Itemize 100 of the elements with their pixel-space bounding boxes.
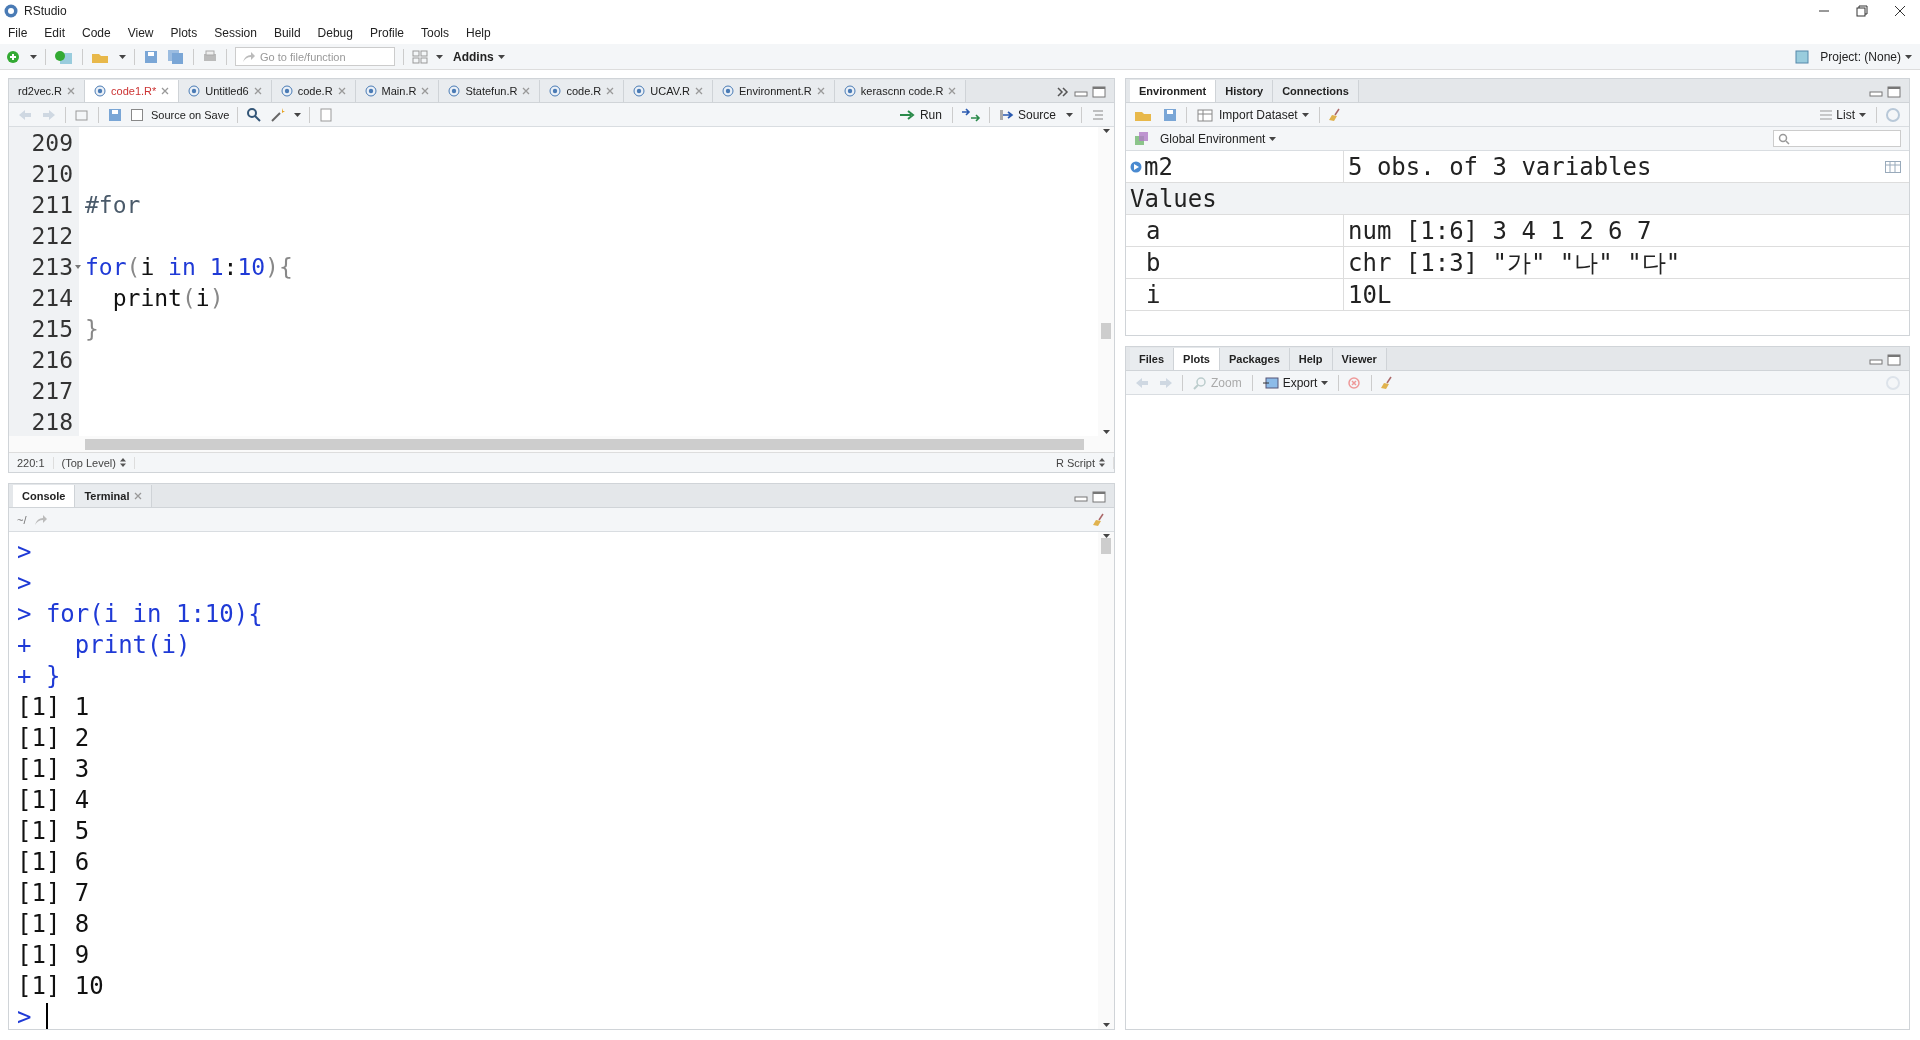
caret-icon[interactable] [1102,1023,1110,1027]
save-all-icon[interactable] [167,48,185,65]
refresh-icon[interactable] [1885,106,1901,123]
file-tab[interactable]: code.R [540,80,625,102]
search-field[interactable] [1773,130,1901,147]
file-tab[interactable]: code.R [271,80,356,102]
environment-tab[interactable]: Environment [1130,80,1217,102]
save-icon[interactable] [107,106,123,123]
menu-item[interactable]: Edit [44,26,66,40]
menu-item[interactable]: View [127,26,154,40]
project-icon[interactable] [1794,48,1811,65]
files-tab[interactable]: Viewer [1332,348,1387,370]
console-tab[interactable]: Terminal [75,485,153,507]
file-tab[interactable]: Main.R [355,80,440,102]
files-tab[interactable]: Packages [1220,348,1290,370]
maximize-icon[interactable] [1887,86,1901,98]
broom-icon[interactable] [1092,512,1106,527]
line-number: 218 [30,407,74,436]
file-tab[interactable]: Environment.R [713,80,835,102]
file-tab[interactable]: UCAV.R [624,80,713,102]
menu-item[interactable]: File [8,26,28,40]
save-icon[interactable] [1162,106,1178,123]
scrollbar[interactable] [1098,127,1114,436]
menu-item[interactable]: Build [273,26,301,40]
caret-icon[interactable] [294,112,302,117]
broom-icon[interactable] [1327,107,1342,122]
import-dataset-button[interactable]: Import Dataset [1195,107,1311,122]
line-number: 215 [30,314,74,344]
file-tab[interactable]: code1.R* [85,80,180,102]
caret-icon[interactable] [119,54,126,59]
files-tab[interactable]: Files [1130,348,1175,370]
project-menu[interactable]: Project: (None) [1818,49,1914,64]
caret-icon[interactable] [497,54,505,59]
source-button[interactable]: Source [997,107,1058,122]
console-tab[interactable]: Console [13,485,76,507]
source-on-save-checkbox[interactable] [131,108,143,121]
search-icon[interactable] [246,106,263,123]
expand-icon[interactable] [1130,160,1142,173]
menu-item[interactable]: Profile [369,26,404,40]
maximize-icon[interactable] [1092,491,1106,503]
environment-selector[interactable]: Global Environment [1158,131,1279,146]
caret-icon[interactable] [1102,430,1110,434]
grid-icon[interactable] [412,48,428,65]
more-tabs-icon[interactable] [1056,86,1070,98]
console-prompt: > [17,537,32,566]
table-icon[interactable] [1885,160,1901,173]
caret-icon[interactable] [1102,129,1110,133]
file-type-selector[interactable]: R Script [1047,456,1114,469]
console-output: [1] 2 [17,723,90,752]
console-prompt: > [17,599,32,628]
horizontal-scrollbar[interactable] [9,436,1114,452]
list-view-button[interactable]: List [1818,107,1868,122]
scrollbar[interactable] [1098,532,1114,1029]
caret-icon[interactable] [1321,380,1329,385]
up-down-caret-icon[interactable] [1099,458,1105,467]
file-tab[interactable]: Statefun.R [439,80,541,102]
caret-icon[interactable] [1301,112,1309,117]
file-tab[interactable]: rd2vec.R [9,80,86,102]
maximize-icon[interactable] [1887,354,1901,366]
export-button[interactable]: Export [1260,375,1331,390]
console-prompt: + [17,661,32,690]
scrollbar-thumb[interactable] [1101,538,1111,554]
file-tab[interactable]: Untitled6 [179,80,272,102]
scrollbar-thumb[interactable] [1101,323,1111,339]
caret-icon[interactable] [1859,112,1866,117]
caret-icon[interactable] [1905,54,1912,59]
new-file-icon[interactable] [6,48,22,65]
menu-item[interactable]: Plots [170,26,198,40]
menu-item[interactable]: Help [466,26,491,40]
environment-tab[interactable]: History [1216,80,1274,102]
menu-item[interactable]: Debug [317,26,353,40]
files-tab[interactable]: Help [1289,348,1333,370]
close-icon[interactable] [1894,5,1906,17]
menu-item[interactable]: Session [214,26,257,40]
save-icon[interactable] [143,48,159,65]
run-button[interactable]: Run [897,107,944,122]
caret-icon[interactable] [30,54,37,59]
fold-icon[interactable] [75,265,81,270]
files-tab[interactable]: Plots [1174,348,1220,370]
menu-item[interactable]: Code [82,26,111,40]
variable-name: i [1146,280,1161,309]
arrow-icon[interactable] [34,513,49,526]
console-prompt: + [17,630,32,659]
scope-selector[interactable]: (Top Level) [53,456,135,469]
caret-icon[interactable] [436,54,443,59]
scrollbar-thumb[interactable] [85,438,1084,450]
caret-icon[interactable] [1269,136,1277,141]
file-tab[interactable]: kerascnn code.R [834,80,967,102]
up-down-caret-icon[interactable] [119,458,126,467]
menu-item[interactable]: Tools [421,26,449,40]
maximize-icon[interactable] [1092,86,1106,98]
rerun-icon[interactable] [960,106,981,123]
new-project-icon[interactable] [54,48,74,65]
caret-icon[interactable] [1066,112,1073,117]
broom-icon[interactable] [1380,375,1395,390]
restore-icon[interactable] [1856,5,1868,17]
environment-tab[interactable]: Connections [1273,80,1359,102]
addins-button[interactable]: Addins [451,49,507,64]
console-prompt: > [17,1002,32,1029]
document-icon[interactable] [318,106,335,123]
